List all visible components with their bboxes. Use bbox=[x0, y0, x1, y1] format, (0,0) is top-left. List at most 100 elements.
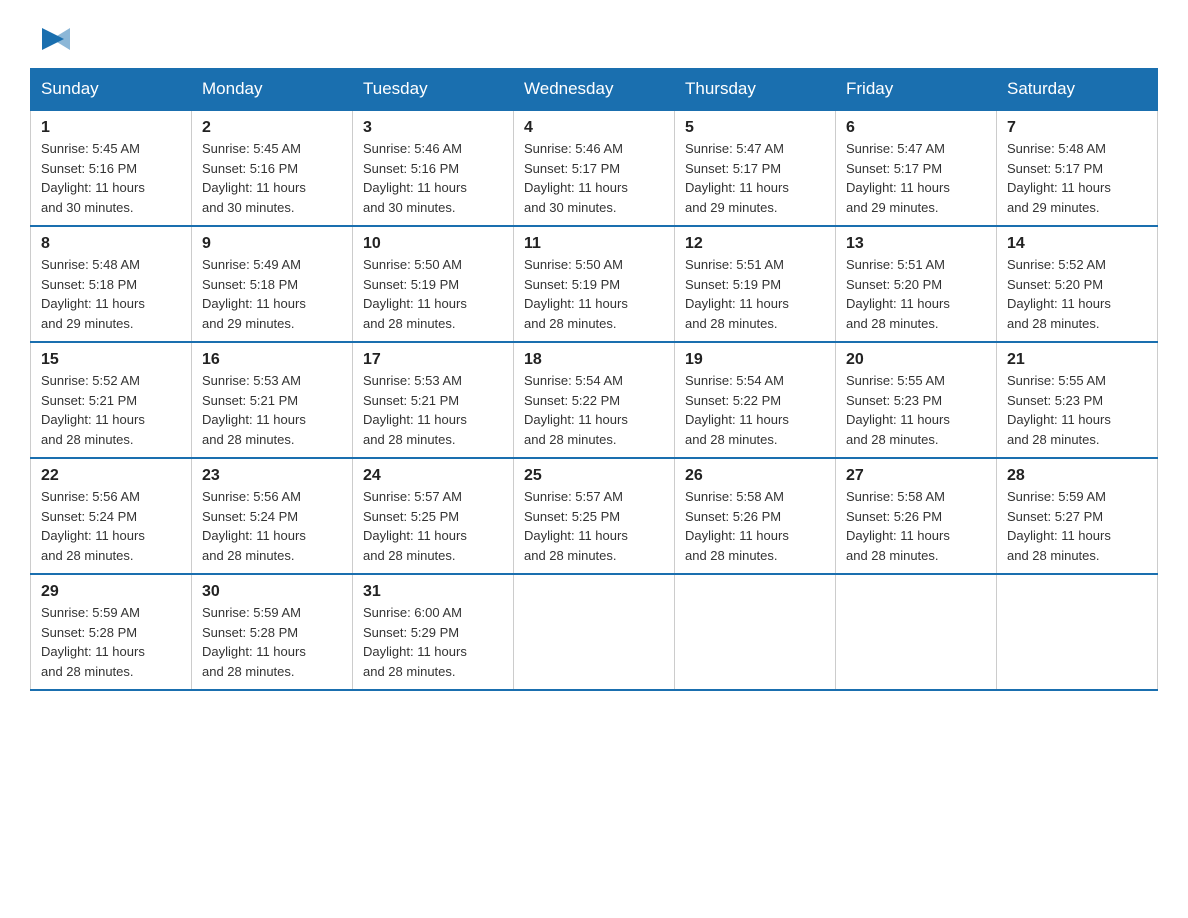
calendar-cell bbox=[514, 574, 675, 690]
calendar-cell: 28 Sunrise: 5:59 AMSunset: 5:27 PMDaylig… bbox=[997, 458, 1158, 574]
col-header-sunday: Sunday bbox=[31, 69, 192, 111]
calendar-header-row: SundayMondayTuesdayWednesdayThursdayFrid… bbox=[31, 69, 1158, 111]
day-number: 15 bbox=[41, 351, 181, 369]
calendar-cell: 14 Sunrise: 5:52 AMSunset: 5:20 PMDaylig… bbox=[997, 226, 1158, 342]
calendar-cell: 18 Sunrise: 5:54 AMSunset: 5:22 PMDaylig… bbox=[514, 342, 675, 458]
calendar-cell: 21 Sunrise: 5:55 AMSunset: 5:23 PMDaylig… bbox=[997, 342, 1158, 458]
calendar-week-row: 29 Sunrise: 5:59 AMSunset: 5:28 PMDaylig… bbox=[31, 574, 1158, 690]
calendar-table: SundayMondayTuesdayWednesdayThursdayFrid… bbox=[30, 68, 1158, 691]
calendar-cell: 15 Sunrise: 5:52 AMSunset: 5:21 PMDaylig… bbox=[31, 342, 192, 458]
col-header-saturday: Saturday bbox=[997, 69, 1158, 111]
day-number: 18 bbox=[524, 351, 664, 369]
day-info: Sunrise: 5:56 AMSunset: 5:24 PMDaylight:… bbox=[202, 489, 306, 563]
calendar-cell: 2 Sunrise: 5:45 AMSunset: 5:16 PMDayligh… bbox=[192, 110, 353, 226]
calendar-cell: 12 Sunrise: 5:51 AMSunset: 5:19 PMDaylig… bbox=[675, 226, 836, 342]
day-number: 14 bbox=[1007, 235, 1147, 253]
day-info: Sunrise: 5:46 AMSunset: 5:17 PMDaylight:… bbox=[524, 141, 628, 215]
calendar-cell: 22 Sunrise: 5:56 AMSunset: 5:24 PMDaylig… bbox=[31, 458, 192, 574]
calendar-week-row: 8 Sunrise: 5:48 AMSunset: 5:18 PMDayligh… bbox=[31, 226, 1158, 342]
col-header-friday: Friday bbox=[836, 69, 997, 111]
day-info: Sunrise: 5:58 AMSunset: 5:26 PMDaylight:… bbox=[685, 489, 789, 563]
calendar-cell: 20 Sunrise: 5:55 AMSunset: 5:23 PMDaylig… bbox=[836, 342, 997, 458]
day-number: 28 bbox=[1007, 467, 1147, 485]
day-info: Sunrise: 5:51 AMSunset: 5:19 PMDaylight:… bbox=[685, 257, 789, 331]
day-info: Sunrise: 5:53 AMSunset: 5:21 PMDaylight:… bbox=[363, 373, 467, 447]
page-header bbox=[30, 20, 1158, 58]
calendar-cell: 19 Sunrise: 5:54 AMSunset: 5:22 PMDaylig… bbox=[675, 342, 836, 458]
calendar-cell: 13 Sunrise: 5:51 AMSunset: 5:20 PMDaylig… bbox=[836, 226, 997, 342]
calendar-cell: 26 Sunrise: 5:58 AMSunset: 5:26 PMDaylig… bbox=[675, 458, 836, 574]
calendar-cell: 24 Sunrise: 5:57 AMSunset: 5:25 PMDaylig… bbox=[353, 458, 514, 574]
day-info: Sunrise: 6:00 AMSunset: 5:29 PMDaylight:… bbox=[363, 605, 467, 679]
day-info: Sunrise: 5:58 AMSunset: 5:26 PMDaylight:… bbox=[846, 489, 950, 563]
day-number: 9 bbox=[202, 235, 342, 253]
day-number: 1 bbox=[41, 119, 181, 137]
day-info: Sunrise: 5:50 AMSunset: 5:19 PMDaylight:… bbox=[524, 257, 628, 331]
day-number: 31 bbox=[363, 583, 503, 601]
day-info: Sunrise: 5:46 AMSunset: 5:16 PMDaylight:… bbox=[363, 141, 467, 215]
calendar-cell bbox=[836, 574, 997, 690]
day-number: 12 bbox=[685, 235, 825, 253]
day-info: Sunrise: 5:52 AMSunset: 5:20 PMDaylight:… bbox=[1007, 257, 1111, 331]
day-number: 26 bbox=[685, 467, 825, 485]
calendar-cell: 25 Sunrise: 5:57 AMSunset: 5:25 PMDaylig… bbox=[514, 458, 675, 574]
calendar-cell: 17 Sunrise: 5:53 AMSunset: 5:21 PMDaylig… bbox=[353, 342, 514, 458]
calendar-week-row: 22 Sunrise: 5:56 AMSunset: 5:24 PMDaylig… bbox=[31, 458, 1158, 574]
day-number: 23 bbox=[202, 467, 342, 485]
col-header-tuesday: Tuesday bbox=[353, 69, 514, 111]
day-info: Sunrise: 5:50 AMSunset: 5:19 PMDaylight:… bbox=[363, 257, 467, 331]
day-number: 17 bbox=[363, 351, 503, 369]
calendar-cell: 23 Sunrise: 5:56 AMSunset: 5:24 PMDaylig… bbox=[192, 458, 353, 574]
calendar-cell: 31 Sunrise: 6:00 AMSunset: 5:29 PMDaylig… bbox=[353, 574, 514, 690]
day-number: 22 bbox=[41, 467, 181, 485]
day-number: 21 bbox=[1007, 351, 1147, 369]
day-info: Sunrise: 5:57 AMSunset: 5:25 PMDaylight:… bbox=[363, 489, 467, 563]
day-info: Sunrise: 5:57 AMSunset: 5:25 PMDaylight:… bbox=[524, 489, 628, 563]
day-info: Sunrise: 5:45 AMSunset: 5:16 PMDaylight:… bbox=[41, 141, 145, 215]
day-info: Sunrise: 5:54 AMSunset: 5:22 PMDaylight:… bbox=[524, 373, 628, 447]
day-number: 5 bbox=[685, 119, 825, 137]
calendar-cell: 10 Sunrise: 5:50 AMSunset: 5:19 PMDaylig… bbox=[353, 226, 514, 342]
day-info: Sunrise: 5:52 AMSunset: 5:21 PMDaylight:… bbox=[41, 373, 145, 447]
day-info: Sunrise: 5:51 AMSunset: 5:20 PMDaylight:… bbox=[846, 257, 950, 331]
calendar-cell: 6 Sunrise: 5:47 AMSunset: 5:17 PMDayligh… bbox=[836, 110, 997, 226]
col-header-monday: Monday bbox=[192, 69, 353, 111]
day-number: 29 bbox=[41, 583, 181, 601]
calendar-cell: 1 Sunrise: 5:45 AMSunset: 5:16 PMDayligh… bbox=[31, 110, 192, 226]
calendar-cell: 8 Sunrise: 5:48 AMSunset: 5:18 PMDayligh… bbox=[31, 226, 192, 342]
col-header-wednesday: Wednesday bbox=[514, 69, 675, 111]
day-info: Sunrise: 5:55 AMSunset: 5:23 PMDaylight:… bbox=[1007, 373, 1111, 447]
day-info: Sunrise: 5:45 AMSunset: 5:16 PMDaylight:… bbox=[202, 141, 306, 215]
day-number: 30 bbox=[202, 583, 342, 601]
logo bbox=[30, 20, 72, 58]
day-number: 25 bbox=[524, 467, 664, 485]
day-number: 16 bbox=[202, 351, 342, 369]
calendar-cell: 7 Sunrise: 5:48 AMSunset: 5:17 PMDayligh… bbox=[997, 110, 1158, 226]
calendar-week-row: 1 Sunrise: 5:45 AMSunset: 5:16 PMDayligh… bbox=[31, 110, 1158, 226]
day-info: Sunrise: 5:54 AMSunset: 5:22 PMDaylight:… bbox=[685, 373, 789, 447]
calendar-cell: 11 Sunrise: 5:50 AMSunset: 5:19 PMDaylig… bbox=[514, 226, 675, 342]
calendar-cell: 9 Sunrise: 5:49 AMSunset: 5:18 PMDayligh… bbox=[192, 226, 353, 342]
day-info: Sunrise: 5:53 AMSunset: 5:21 PMDaylight:… bbox=[202, 373, 306, 447]
day-number: 4 bbox=[524, 119, 664, 137]
day-number: 11 bbox=[524, 235, 664, 253]
calendar-cell: 3 Sunrise: 5:46 AMSunset: 5:16 PMDayligh… bbox=[353, 110, 514, 226]
col-header-thursday: Thursday bbox=[675, 69, 836, 111]
day-number: 3 bbox=[363, 119, 503, 137]
day-info: Sunrise: 5:48 AMSunset: 5:18 PMDaylight:… bbox=[41, 257, 145, 331]
day-number: 20 bbox=[846, 351, 986, 369]
day-info: Sunrise: 5:47 AMSunset: 5:17 PMDaylight:… bbox=[846, 141, 950, 215]
day-number: 8 bbox=[41, 235, 181, 253]
calendar-cell: 16 Sunrise: 5:53 AMSunset: 5:21 PMDaylig… bbox=[192, 342, 353, 458]
day-number: 10 bbox=[363, 235, 503, 253]
day-info: Sunrise: 5:48 AMSunset: 5:17 PMDaylight:… bbox=[1007, 141, 1111, 215]
calendar-cell bbox=[675, 574, 836, 690]
day-number: 24 bbox=[363, 467, 503, 485]
calendar-cell: 4 Sunrise: 5:46 AMSunset: 5:17 PMDayligh… bbox=[514, 110, 675, 226]
day-number: 6 bbox=[846, 119, 986, 137]
calendar-cell bbox=[997, 574, 1158, 690]
day-info: Sunrise: 5:56 AMSunset: 5:24 PMDaylight:… bbox=[41, 489, 145, 563]
day-number: 27 bbox=[846, 467, 986, 485]
day-info: Sunrise: 5:47 AMSunset: 5:17 PMDaylight:… bbox=[685, 141, 789, 215]
day-number: 7 bbox=[1007, 119, 1147, 137]
